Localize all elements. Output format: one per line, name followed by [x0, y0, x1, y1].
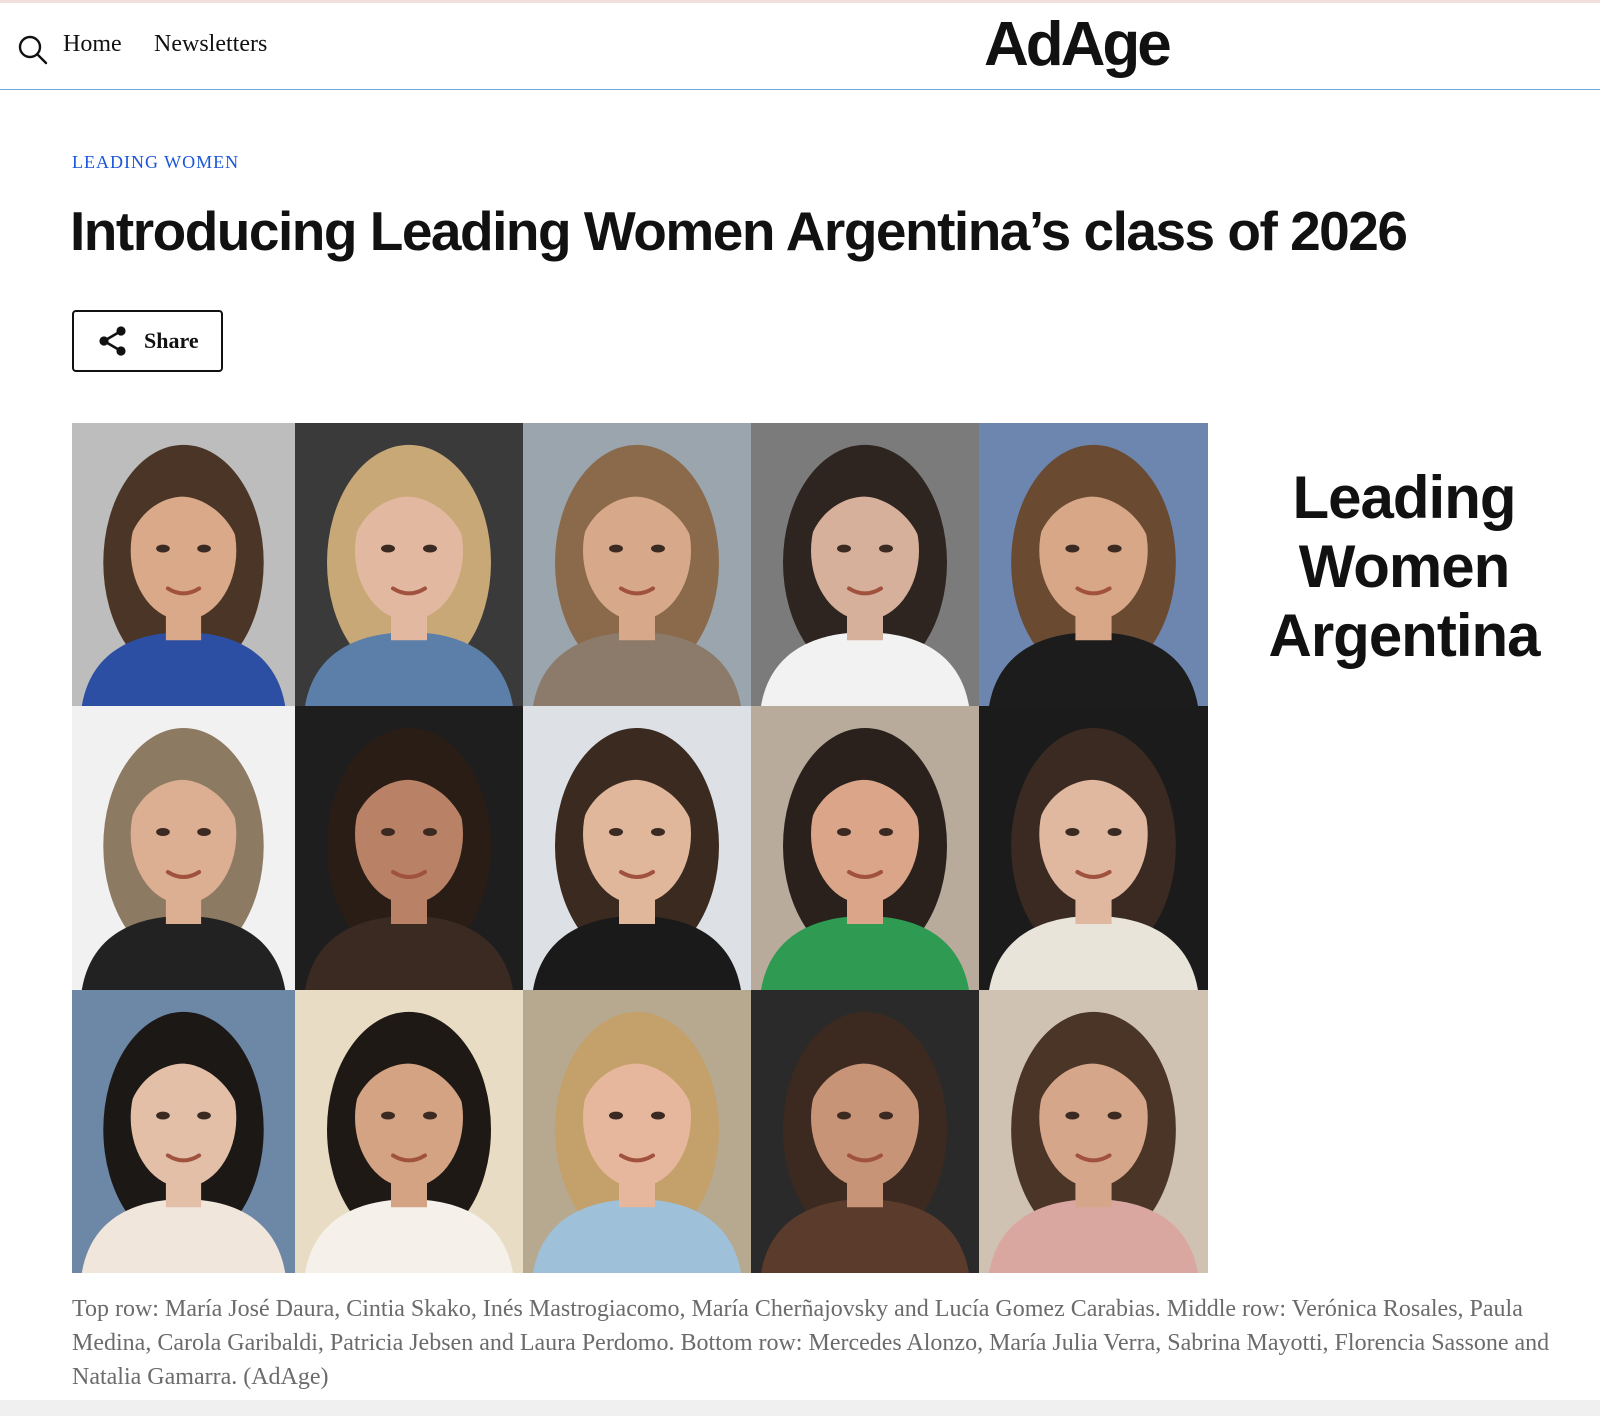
portrait-photo — [751, 423, 979, 706]
search-icon[interactable] — [16, 33, 48, 65]
share-label: Share — [144, 328, 199, 353]
wordmark-line: Argentina — [1268, 602, 1540, 669]
site-logo[interactable]: AdAge — [984, 5, 1172, 85]
portrait-photo — [295, 706, 523, 990]
portrait-photo — [523, 990, 751, 1273]
page-title: Introducing Leading Women Argentina’s cl… — [70, 200, 1408, 262]
portrait-photo — [979, 706, 1208, 990]
portrait-photo — [295, 990, 523, 1273]
portrait-photo — [751, 990, 979, 1273]
portrait-photo — [979, 990, 1208, 1273]
portrait-photo — [979, 423, 1208, 706]
share-icon — [99, 326, 126, 356]
portrait-photo — [72, 423, 295, 706]
leading-women-wordmark: Leading Women Argentina — [1208, 423, 1600, 1273]
portrait-photo — [751, 706, 979, 990]
portrait-photo — [523, 706, 751, 990]
section-kicker[interactable]: LEADING WOMEN — [72, 152, 239, 173]
wordmark-line: Women — [1298, 533, 1511, 600]
portrait-photo — [72, 990, 295, 1273]
portrait-photo — [523, 423, 751, 706]
site-header: Home Newsletters AdAge — [0, 3, 1600, 90]
nav-newsletters-link[interactable]: Newsletters — [154, 31, 267, 58]
hero-image: Leading Women Argentina — [72, 423, 1600, 1273]
page-bottom-edge — [0, 1400, 1600, 1416]
portrait-photo — [72, 706, 295, 990]
image-caption: Top row: María José Daura, Cintia Skako,… — [72, 1296, 1550, 1390]
nav-home-link[interactable]: Home — [63, 31, 122, 58]
portrait-grid — [72, 423, 1208, 1273]
wordmark-line: Leading — [1292, 464, 1516, 531]
portrait-photo — [295, 423, 523, 706]
share-button[interactable]: Share — [72, 310, 223, 372]
